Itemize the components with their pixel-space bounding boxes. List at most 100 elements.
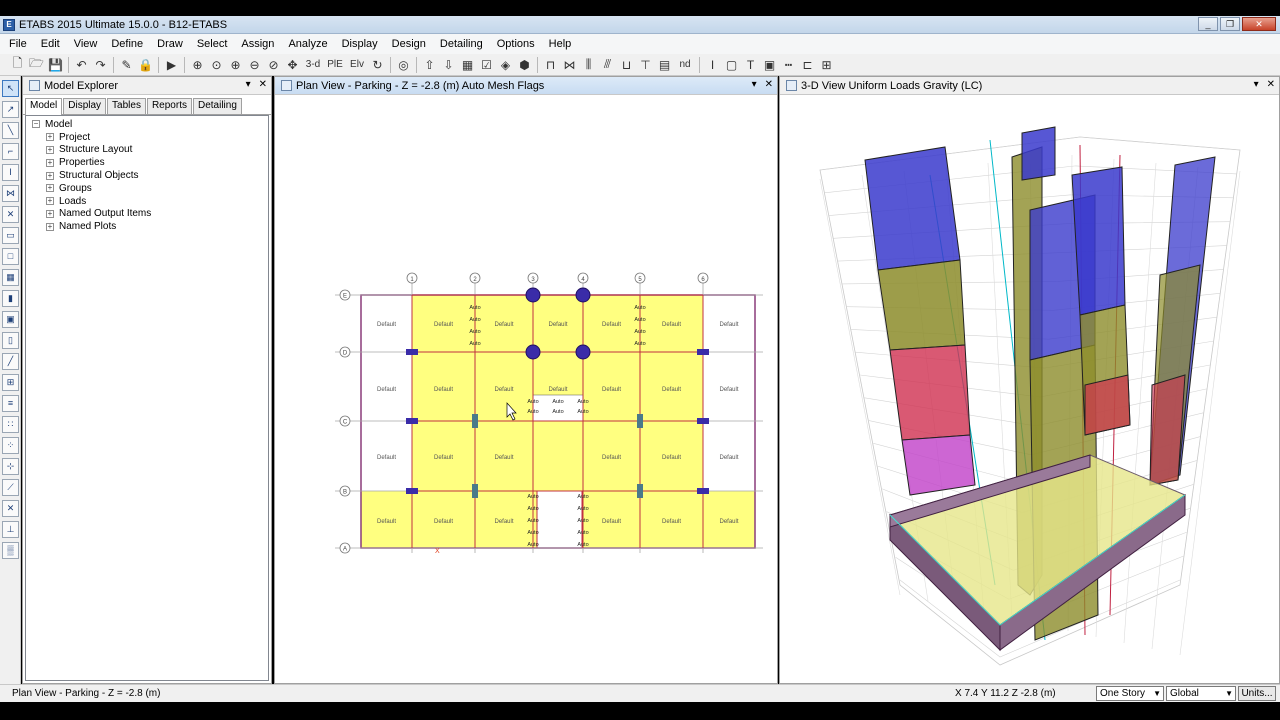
rotate-icon[interactable]: ↻ bbox=[368, 56, 387, 74]
draw-wall-icon[interactable]: ▮ bbox=[2, 290, 19, 307]
new-model-icon[interactable]: 🗋 bbox=[8, 56, 27, 74]
object-shrink-icon[interactable]: ◈ bbox=[496, 56, 515, 74]
pin-icon[interactable] bbox=[281, 80, 292, 91]
floor-icon[interactable]: ▤ bbox=[655, 56, 674, 74]
dropdown-icon[interactable]: ▾ bbox=[246, 79, 251, 90]
menu-draw[interactable]: Draw bbox=[150, 38, 190, 50]
section-c-icon[interactable]: ⊏ bbox=[798, 56, 817, 74]
move-down-icon[interactable]: ⇩ bbox=[439, 56, 458, 74]
expand-icon[interactable]: + bbox=[46, 209, 54, 218]
tree-node-loads[interactable]: + Loads bbox=[32, 195, 268, 208]
menu-analyze[interactable]: Analyze bbox=[281, 38, 334, 50]
select-cl-icon[interactable]: ⁘ bbox=[2, 437, 19, 454]
move-up-icon[interactable]: ⇧ bbox=[420, 56, 439, 74]
select-all-icon[interactable]: ≡ bbox=[2, 395, 19, 412]
close-icon[interactable]: ✕ bbox=[1267, 79, 1275, 90]
tab-display[interactable]: Display bbox=[63, 98, 107, 114]
tree-node-named-plots[interactable]: + Named Plots bbox=[32, 220, 268, 233]
tree-node-project[interactable]: + Project bbox=[32, 131, 268, 144]
plan-drawing[interactable]: 1 2 3 4 5 6EDCBA Default Default Default Default… bbox=[275, 95, 777, 683]
expand-icon[interactable]: + bbox=[46, 158, 54, 167]
menu-design[interactable]: Design bbox=[385, 38, 433, 50]
tab-detailing[interactable]: Detailing bbox=[192, 98, 242, 114]
dropdown-icon[interactable]: ▾ bbox=[1254, 79, 1259, 90]
zoom-window-icon[interactable]: ⊕ bbox=[188, 56, 207, 74]
snap-points-icon[interactable]: ⊹ bbox=[2, 458, 19, 475]
snap-intersection-icon[interactable]: ✕ bbox=[2, 500, 19, 517]
draw-mesh-icon[interactable]: ⊞ bbox=[2, 374, 19, 391]
dropdown-icon[interactable]: ▾ bbox=[752, 79, 757, 90]
draw-rect-area-icon[interactable]: □ bbox=[2, 248, 19, 265]
snap-grid-icon[interactable]: ▒ bbox=[2, 542, 19, 559]
3d-view-button[interactable]: 3-d bbox=[302, 56, 324, 74]
zoom-previous-icon[interactable]: ⊘ bbox=[264, 56, 283, 74]
menu-detailing[interactable]: Detailing bbox=[433, 38, 490, 50]
tab-tables[interactable]: Tables bbox=[107, 98, 146, 114]
snap-line-icon[interactable]: ⟋ bbox=[2, 479, 19, 496]
close-icon[interactable]: ✕ bbox=[1242, 17, 1276, 31]
reshape-icon[interactable]: ↗ bbox=[2, 101, 19, 118]
select-icon[interactable]: ▦ bbox=[458, 56, 477, 74]
pan-icon[interactable]: ✥ bbox=[283, 56, 302, 74]
tree-node-groups[interactable]: + Groups bbox=[32, 182, 268, 195]
snap-perpendicular-icon[interactable]: ⊥ bbox=[2, 521, 19, 538]
tree-node-properties[interactable]: + Properties bbox=[32, 156, 268, 169]
draw-line-icon[interactable]: ╲ bbox=[2, 122, 19, 139]
menu-edit[interactable]: Edit bbox=[34, 38, 67, 50]
menu-display[interactable]: Display bbox=[335, 38, 385, 50]
draw-slash-icon[interactable]: ╱ bbox=[2, 353, 19, 370]
menu-options[interactable]: Options bbox=[490, 38, 542, 50]
draw-brace-icon[interactable]: ⋈ bbox=[2, 185, 19, 202]
minimize-icon[interactable]: _ bbox=[1198, 17, 1218, 31]
expand-icon[interactable]: + bbox=[46, 145, 54, 154]
draw-cross-icon[interactable]: ✕ bbox=[2, 206, 19, 223]
section-i-icon[interactable]: I bbox=[703, 56, 722, 74]
open-icon[interactable]: 🗁 bbox=[27, 56, 46, 74]
expand-icon[interactable]: + bbox=[46, 171, 54, 180]
tab-model[interactable]: Model bbox=[25, 98, 63, 115]
elevation-view-button[interactable]: Elv bbox=[346, 56, 368, 74]
section-wall-icon[interactable]: ⊞ bbox=[817, 56, 836, 74]
coord-system-select[interactable]: Global ▼ bbox=[1166, 686, 1236, 701]
draw-grid-area-icon[interactable]: ▦ bbox=[2, 269, 19, 286]
select-ps-icon[interactable]: ∷ bbox=[2, 416, 19, 433]
wall-icon[interactable]: ⫼ bbox=[579, 56, 598, 74]
restore-icon[interactable]: ❐ bbox=[1220, 17, 1240, 31]
draw-opening-icon[interactable]: ▣ bbox=[2, 311, 19, 328]
check-icon[interactable]: ☑ bbox=[477, 56, 496, 74]
beam-icon[interactable]: ⊤ bbox=[636, 56, 655, 74]
tab-reports[interactable]: Reports bbox=[146, 98, 192, 114]
menu-help[interactable]: Help bbox=[542, 38, 579, 50]
frame-icon[interactable]: ⊓ bbox=[541, 56, 560, 74]
menu-define[interactable]: Define bbox=[104, 38, 150, 50]
story-select[interactable]: One Story ▼ bbox=[1096, 686, 1164, 701]
run-analysis-icon[interactable]: ▶ bbox=[162, 56, 181, 74]
expand-icon[interactable]: + bbox=[46, 222, 54, 231]
menu-view[interactable]: View bbox=[67, 38, 105, 50]
tree-node-structural-objects[interactable]: + Structural Objects bbox=[32, 169, 268, 182]
lock-icon[interactable]: 🔒 bbox=[136, 56, 155, 74]
expand-icon[interactable]: + bbox=[46, 133, 54, 142]
undo-icon[interactable]: ↶ bbox=[72, 56, 91, 74]
section-t-icon[interactable]: T bbox=[741, 56, 760, 74]
3d-canvas[interactable] bbox=[780, 95, 1279, 683]
draw-floor-icon[interactable]: ▭ bbox=[2, 227, 19, 244]
pin-icon[interactable] bbox=[786, 80, 797, 91]
section-rect-icon[interactable]: ▣ bbox=[760, 56, 779, 74]
draw-beam-icon[interactable]: ⌐ bbox=[2, 143, 19, 160]
nd-button[interactable]: nd bbox=[674, 56, 696, 74]
close-icon[interactable]: ✕ bbox=[765, 79, 773, 90]
expand-icon[interactable]: + bbox=[46, 184, 54, 193]
brace-icon[interactable]: ⋈ bbox=[560, 56, 579, 74]
zoom-restore-icon[interactable]: ⊙ bbox=[207, 56, 226, 74]
draw-link-icon[interactable]: ▯ bbox=[2, 332, 19, 349]
3d-building-model[interactable] bbox=[780, 95, 1279, 683]
perspective-icon[interactable]: ◎ bbox=[394, 56, 413, 74]
zoom-in-icon[interactable]: ⊕ bbox=[226, 56, 245, 74]
collapse-icon[interactable]: − bbox=[32, 120, 40, 129]
tree-node-named-output-items[interactable]: + Named Output Items bbox=[32, 208, 268, 221]
tree-node-model[interactable]: − Model bbox=[32, 118, 268, 131]
expand-icon[interactable]: + bbox=[46, 197, 54, 206]
redo-icon[interactable]: ↷ bbox=[91, 56, 110, 74]
close-icon[interactable]: ✕ bbox=[259, 79, 267, 90]
